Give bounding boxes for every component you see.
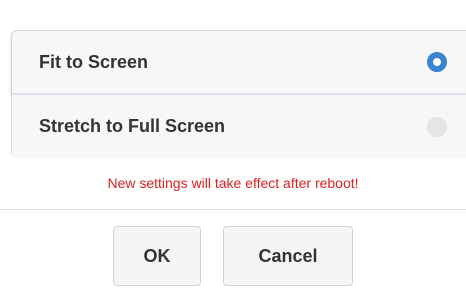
display-mode-options: Fit to Screen Stretch to Full Screen [11, 30, 466, 158]
reboot-notice: New settings will take effect after rebo… [107, 175, 359, 191]
ok-button[interactable]: OK [113, 226, 201, 286]
divider [0, 209, 466, 210]
cancel-button[interactable]: Cancel [223, 226, 353, 286]
option-label: Stretch to Full Screen [39, 116, 226, 136]
option-label: Fit to Screen [39, 51, 149, 72]
radio-unselected-icon[interactable] [427, 116, 447, 137]
display-mode-dialog: Fit to Screen Stretch to Full Screen New… [0, 0, 466, 291]
option-fit-to-screen[interactable]: Fit to Screen [12, 31, 466, 94]
radio-selected-icon[interactable] [427, 52, 447, 72]
option-stretch-to-full-screen[interactable]: Stretch to Full Screen [12, 95, 466, 158]
